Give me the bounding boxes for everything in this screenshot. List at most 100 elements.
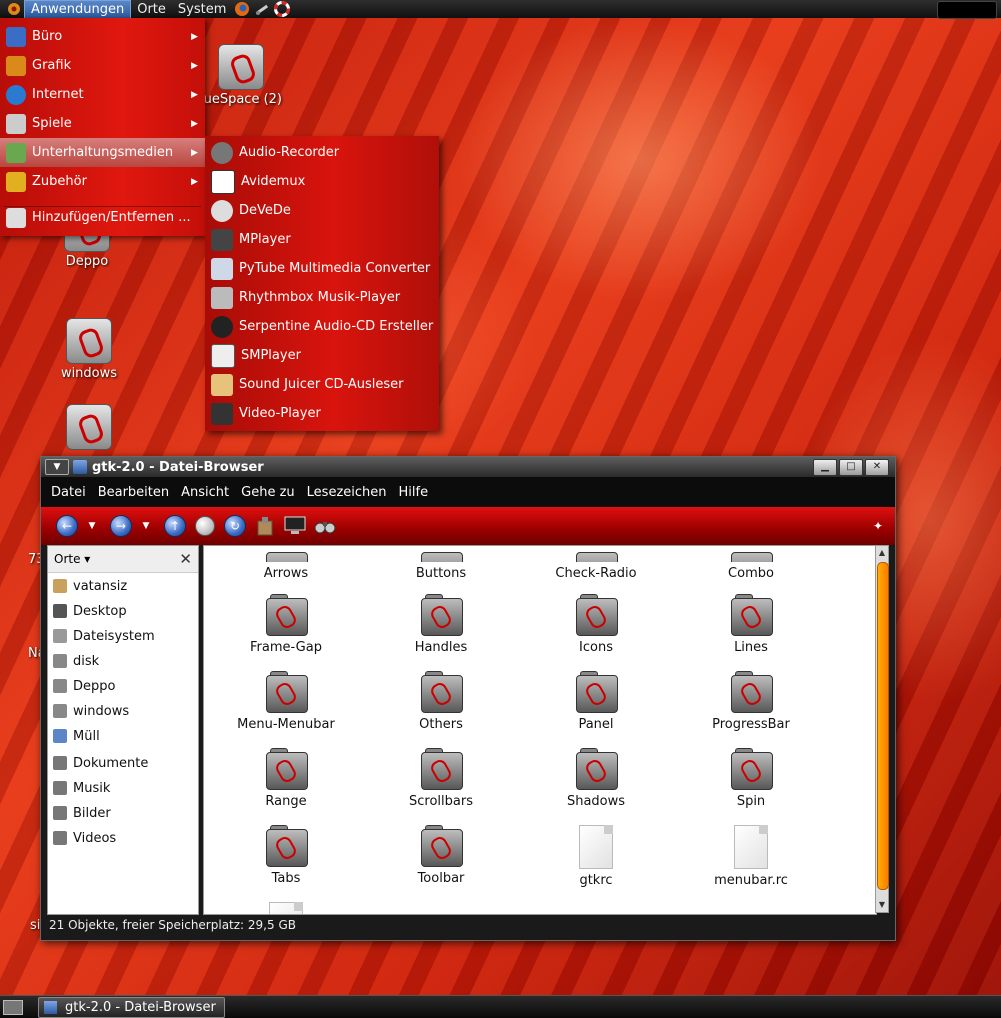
desktop-icon-windows[interactable]: windows	[44, 318, 134, 381]
menu-bookmarks[interactable]: Lesezeichen	[307, 485, 387, 500]
menu-edit[interactable]: Bearbeiten	[98, 485, 169, 500]
sidebar-item-vatansiz[interactable]: vatansiz	[48, 574, 198, 598]
file-item-menubar-rc[interactable]: menubar.rc	[686, 825, 816, 888]
folder-item-shadows[interactable]: Shadows	[531, 748, 661, 809]
sidebar-item-trash[interactable]: Müll	[48, 724, 198, 748]
sidebar-item-label: Videos	[73, 830, 117, 846]
folder-item-arrows[interactable]: Arrows	[221, 548, 351, 581]
places-menu[interactable]: Orte	[131, 1, 172, 18]
sidebar-item-deppo[interactable]: Deppo	[48, 674, 198, 698]
submenu-item-smplayer[interactable]: SMPlayer	[205, 341, 439, 370]
folder-item-spin[interactable]: Spin	[686, 748, 816, 809]
window-menu-button[interactable]: ▼	[45, 459, 69, 475]
forward-button[interactable]: →	[109, 514, 133, 538]
sidebar-item-label: Deppo	[73, 678, 116, 694]
computer-button[interactable]	[283, 514, 307, 538]
folder-item-scrollbars[interactable]: Scrollbars	[376, 748, 506, 809]
submenu-item-serpentine[interactable]: Serpentine Audio-CD Ersteller	[205, 312, 439, 341]
back-button[interactable]: ←	[55, 514, 79, 538]
submenu-item-avidemux[interactable]: Avidemux	[205, 167, 439, 196]
menu-help[interactable]: Hilfe	[399, 485, 429, 500]
sidebar-item-filesystem[interactable]: Dateisystem	[48, 624, 198, 648]
submenu-item-mplayer[interactable]: MPlayer	[205, 225, 439, 254]
sidebar-item-pictures[interactable]: Bilder	[48, 801, 198, 825]
reload-icon: ↻	[224, 515, 246, 537]
folder-item-check-radio[interactable]: Check-Radio	[531, 548, 661, 581]
home-button[interactable]	[253, 514, 277, 538]
folder-item-buttons[interactable]: Buttons	[376, 548, 506, 581]
sidebar-item-music[interactable]: Musik	[48, 776, 198, 800]
menu-view[interactable]: Ansicht	[181, 485, 229, 500]
system-menu[interactable]: System	[172, 1, 232, 18]
submenu-item-video-player[interactable]: Video-Player	[205, 399, 439, 428]
folder-item-lines[interactable]: Lines	[686, 594, 816, 655]
file-icon-view[interactable]: Arrows Buttons Check-Radio Combo Frame-G…	[203, 545, 877, 915]
help-launcher-icon[interactable]	[272, 1, 292, 17]
stop-button[interactable]	[193, 514, 217, 538]
folder-item-progressbar[interactable]: ProgressBar	[686, 671, 816, 732]
folder-item-handles[interactable]: Handles	[376, 594, 506, 655]
folder-item-toolbar[interactable]: Toolbar	[376, 825, 506, 886]
scroll-thumb[interactable]	[877, 562, 889, 890]
sidebar-item-desktop[interactable]: Desktop	[48, 599, 198, 623]
desktop-icon-usb[interactable]	[44, 404, 134, 452]
menu-item-internet[interactable]: Internet ▶	[0, 80, 205, 109]
window-toolbar: ← ▼ → ▼ ↑ ↻ ✦	[41, 507, 895, 545]
firefox-launcher-icon[interactable]	[232, 1, 252, 17]
submenu-item-sound-juicer[interactable]: Sound Juicer CD-Ausleser	[205, 370, 439, 399]
close-sidebar-icon[interactable]: ✕	[179, 550, 192, 568]
folder-item-range[interactable]: Range	[221, 748, 351, 809]
menu-item-multimedia[interactable]: Unterhaltungsmedien ▶	[0, 138, 205, 167]
show-desktop-icon[interactable]	[3, 1000, 23, 1015]
panel-applet[interactable]	[937, 1, 997, 19]
menu-file[interactable]: Datei	[51, 485, 86, 500]
throbber-icon: ✦	[872, 519, 883, 533]
harddisk-icon	[53, 629, 67, 643]
search-button[interactable]	[313, 514, 337, 538]
menu-item-accessories[interactable]: Zubehör ▶	[0, 167, 205, 196]
places-sidebar: Orte ▾ ✕ vatansiz Desktop Dateisystem di…	[47, 545, 199, 915]
folder-item-tabs[interactable]: Tabs	[221, 825, 351, 886]
folder-item-icons[interactable]: Icons	[531, 594, 661, 655]
forward-history-dropdown[interactable]: ▼	[139, 514, 153, 538]
folder-item-others[interactable]: Others	[376, 671, 506, 732]
menu-go[interactable]: Gehe zu	[241, 485, 295, 500]
sidebar-item-windows[interactable]: windows	[48, 699, 198, 723]
applications-menu[interactable]: Anwendungen	[24, 0, 132, 19]
scroll-down-icon[interactable]: ▼	[876, 898, 888, 912]
folder-item-combo[interactable]: Combo	[686, 548, 816, 581]
text-file-icon	[269, 902, 303, 914]
sidebar-type-selector[interactable]: Orte ▾	[54, 552, 179, 566]
maximize-button[interactable]: □	[839, 459, 863, 476]
content-scrollbar[interactable]: ▲ ▼	[875, 545, 889, 913]
close-button[interactable]: ✕	[865, 459, 889, 476]
sidebar-item-documents[interactable]: Dokumente	[48, 751, 198, 775]
up-button[interactable]: ↑	[163, 514, 187, 538]
submenu-item-pytube[interactable]: PyTube Multimedia Converter	[205, 254, 439, 283]
folder-item-menu-menubar[interactable]: Menu-Menubar	[221, 671, 351, 732]
submenu-item-devede[interactable]: DeVeDe	[205, 196, 439, 225]
scroll-up-icon[interactable]: ▲	[876, 546, 888, 560]
file-item-partial[interactable]	[221, 902, 351, 914]
submenu-item-rhythmbox[interactable]: Rhythmbox Musik-Player	[205, 283, 439, 312]
submenu-item-audio-recorder[interactable]: Audio-Recorder	[205, 138, 439, 167]
minimize-button[interactable]: ▁	[813, 459, 837, 476]
folder-item-panel[interactable]: Panel	[531, 671, 661, 732]
menu-item-office[interactable]: Büro ▶	[0, 22, 205, 51]
menu-item-add-remove[interactable]: Hinzufügen/Entfernen ...	[0, 203, 205, 232]
menu-item-graphics[interactable]: Grafik ▶	[0, 51, 205, 80]
sidebar-item-videos[interactable]: Videos	[48, 826, 198, 850]
sidebar-item-disk[interactable]: disk	[48, 649, 198, 673]
reload-button[interactable]: ↻	[223, 514, 247, 538]
submenu-item-label: PyTube Multimedia Converter	[239, 261, 431, 276]
window-titlebar[interactable]: ▼ gtk-2.0 - Datei-Browser ▁ □ ✕	[41, 457, 895, 477]
back-history-dropdown[interactable]: ▼	[85, 514, 99, 538]
menu-item-games[interactable]: Spiele ▶	[0, 109, 205, 138]
desktop-icon-bluespace[interactable]: lueSpace (2)	[196, 44, 286, 107]
sidebar-item-label: Dateisystem	[73, 628, 155, 644]
folder-item-frame-gap[interactable]: Frame-Gap	[221, 594, 351, 655]
file-item-gtkrc[interactable]: gtkrc	[531, 825, 661, 888]
taskbar-button-file-browser[interactable]: gtk-2.0 - Datei-Browser	[38, 997, 225, 1018]
menu-item-label: Unterhaltungsmedien	[32, 145, 174, 160]
tools-launcher-icon[interactable]	[252, 1, 272, 17]
